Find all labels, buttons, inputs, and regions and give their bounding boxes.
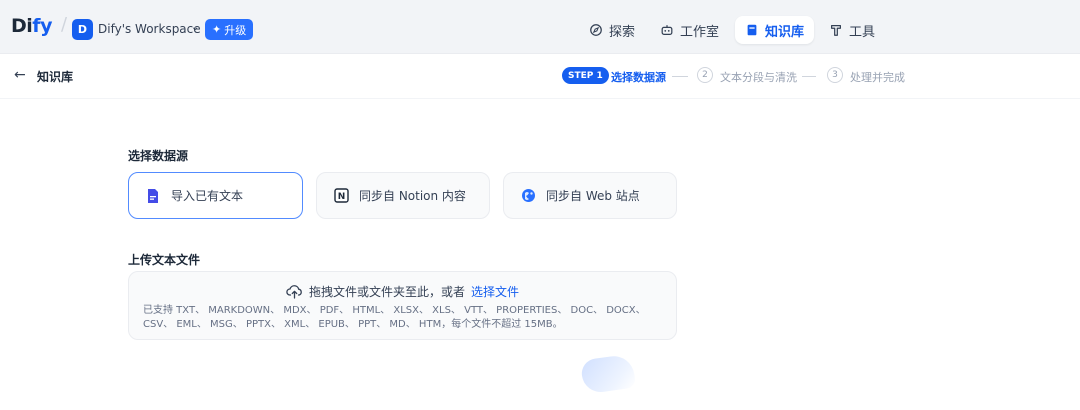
sparkle-icon: ✦ [212, 23, 222, 36]
supported-formats-tip: 已支持 TXT、 MARKDOWN、 MDX、 PDF、 HTML、 XLSX、… [143, 305, 646, 330]
datasource-title: 选择数据源 [128, 149, 189, 163]
dify-logo[interactable]: Dify [11, 15, 52, 37]
file-text-icon [145, 188, 161, 204]
nav-knowledge[interactable]: 知识库 [735, 16, 815, 44]
step-2-label: 文本分段与清洗 [720, 71, 797, 84]
source-option-label: 同步自 Notion 内容 [359, 189, 466, 203]
breadcrumb-separator: / [61, 14, 68, 35]
step-3-label: 处理并完成 [850, 71, 905, 84]
compass-icon [590, 24, 602, 36]
hammer-icon [831, 25, 841, 36]
step-2-number: 2 [697, 67, 713, 83]
nav-studio[interactable]: 工作室 [650, 16, 729, 44]
source-option-web[interactable]: 同步自 Web 站点 [503, 172, 677, 219]
upload-title: 上传文本文件 [128, 253, 201, 267]
chevron-down-icon[interactable]: ⌄ [191, 22, 199, 33]
globe-icon [520, 188, 536, 204]
source-option-label: 同步自 Web 站点 [546, 189, 640, 203]
step-divider [672, 76, 688, 77]
back-arrow-icon[interactable]: ← [14, 67, 26, 83]
svg-text:N: N [337, 192, 345, 202]
workspace-name[interactable]: Dify's Workspace [98, 22, 201, 36]
upgrade-button[interactable]: ✦ 升级 [205, 19, 254, 40]
notion-icon: N [333, 188, 349, 204]
nav-tools[interactable]: 工具 [819, 16, 885, 44]
dropzone-prompt: 拖拽文件或文件夹至此，或者 选择文件 [129, 283, 676, 300]
robot-icon [661, 25, 673, 35]
step-1-badge: STEP 1 [562, 67, 609, 84]
nav-explore[interactable]: 探索 [579, 16, 645, 44]
step-divider [802, 76, 816, 77]
source-option-notion[interactable]: N 同步自 Notion 内容 [316, 172, 490, 219]
top-navigation-bar: Dify / D Dify's Workspace ⌄ ✦ 升级 探索 工作室 … [0, 0, 1080, 54]
book-icon [747, 24, 757, 36]
choose-file-link[interactable]: 选择文件 [471, 283, 519, 300]
dropzone-text: 拖拽文件或文件夹至此，或者 [308, 285, 465, 299]
source-option-file[interactable]: 导入已有文本 [128, 172, 303, 219]
file-dropzone[interactable]: 拖拽文件或文件夹至此，或者 选择文件 已支持 TXT、 MARKDOWN、 MD… [128, 271, 677, 340]
step-1-label: 选择数据源 [611, 71, 666, 84]
step-3-number: 3 [827, 67, 843, 83]
decorative-blob [579, 353, 637, 395]
back-title[interactable]: 知识库 [37, 68, 73, 85]
workspace-avatar[interactable]: D [72, 19, 93, 40]
source-option-label: 导入已有文本 [171, 189, 244, 203]
cloud-upload-icon [286, 285, 302, 299]
create-dataset-header: ← 知识库 STEP 1 选择数据源 2 文本分段与清洗 3 处理并完成 [0, 54, 1080, 99]
